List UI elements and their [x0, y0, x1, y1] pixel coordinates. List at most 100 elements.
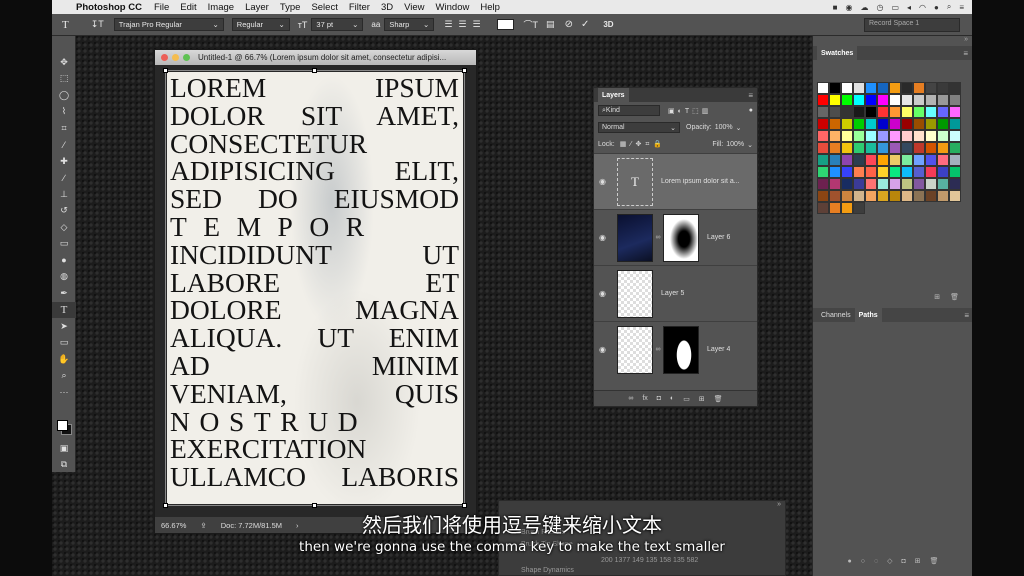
color-swatch[interactable]: [853, 106, 865, 118]
color-swatch[interactable]: [937, 82, 949, 94]
tab-channels[interactable]: Channels: [817, 308, 855, 322]
menu-filter[interactable]: Filter: [349, 2, 370, 13]
spotlight-icon[interactable]: ⌕: [947, 2, 951, 12]
color-swatch[interactable]: [841, 190, 853, 202]
anti-alias-select[interactable]: Sharp ⌄: [384, 18, 435, 31]
link-layers-icon[interactable]: ∞: [628, 395, 633, 402]
blur-tool-icon[interactable]: ●: [52, 252, 76, 269]
layer-row[interactable]: ◉ ∞ Layer 6: [594, 209, 757, 265]
color-swatch[interactable]: [817, 118, 829, 130]
stroke-path-icon[interactable]: ○: [861, 558, 865, 565]
menu-edit[interactable]: Edit: [180, 2, 196, 13]
color-swatch[interactable]: [937, 118, 949, 130]
color-swatch[interactable]: [829, 166, 841, 178]
color-swatch[interactable]: [841, 130, 853, 142]
filter-toggle-icon[interactable]: ●: [749, 107, 753, 114]
menu-file[interactable]: File: [154, 2, 169, 13]
font-size-select[interactable]: 37 pt ⌄: [311, 18, 364, 31]
document-title-bar[interactable]: Untitled-1 @ 66.7% (Lorem ipsum dolor si…: [155, 50, 476, 65]
tab-paths[interactable]: Paths: [854, 308, 882, 322]
color-swatch[interactable]: [937, 94, 949, 106]
hand-tool-icon[interactable]: ✋: [52, 351, 76, 368]
color-swatch[interactable]: [949, 130, 961, 142]
color-swatch[interactable]: [817, 82, 829, 94]
color-swatch[interactable]: [913, 82, 925, 94]
menu-layer[interactable]: Layer: [245, 2, 269, 13]
color-swatch[interactable]: [841, 178, 853, 190]
color-swatch[interactable]: [877, 82, 889, 94]
color-swatch[interactable]: [925, 118, 937, 130]
color-swatch[interactable]: [889, 94, 901, 106]
color-swatch[interactable]: [817, 94, 829, 106]
color-swatch[interactable]: [877, 118, 889, 130]
marquee-tool-icon[interactable]: ⬚: [52, 71, 76, 88]
color-swatch[interactable]: [901, 154, 913, 166]
cancel-icon[interactable]: ⊘: [565, 19, 573, 30]
quick-mask-icon[interactable]: ▣: [52, 440, 76, 457]
color-swatch[interactable]: [949, 190, 961, 202]
color-swatch[interactable]: [817, 178, 829, 190]
color-swatch[interactable]: [901, 190, 913, 202]
color-swatch[interactable]: [853, 142, 865, 154]
color-swatch[interactable]: [877, 94, 889, 106]
color-swatch[interactable]: [817, 106, 829, 118]
color-swatch[interactable]: [853, 130, 865, 142]
move-tool-icon[interactable]: ✥: [52, 54, 76, 71]
color-swatch[interactable]: [937, 130, 949, 142]
color-swatch[interactable]: [889, 178, 901, 190]
color-swatch[interactable]: [841, 166, 853, 178]
lock-icons[interactable]: ▦⁄✥⌗🔒: [620, 140, 666, 149]
color-swatch[interactable]: [937, 178, 949, 190]
text-orientation-icon[interactable]: ↧T: [91, 19, 104, 30]
tab-swatches[interactable]: Swatches: [817, 46, 858, 60]
add-mask-icon[interactable]: ◘: [902, 558, 906, 565]
color-swatch[interactable]: [901, 130, 913, 142]
color-swatch[interactable]: [901, 142, 913, 154]
layer-row[interactable]: ◉ ∞ Layer 4: [594, 321, 757, 377]
character-panel-icon[interactable]: ▤: [546, 19, 555, 30]
color-swatch[interactable]: [829, 130, 841, 142]
color-swatch[interactable]: [829, 118, 841, 130]
color-swatch[interactable]: [865, 154, 877, 166]
warp-text-icon[interactable]: ⌒T: [524, 18, 539, 31]
color-swatch[interactable]: [913, 190, 925, 202]
color-swatch[interactable]: [949, 106, 961, 118]
color-swatch[interactable]: [925, 106, 937, 118]
color-swatch[interactable]: [817, 154, 829, 166]
color-swatch[interactable]: [901, 118, 913, 130]
color-swatch[interactable]: [877, 106, 889, 118]
color-swatch[interactable]: [901, 178, 913, 190]
panel-menu-icon[interactable]: ≡: [964, 311, 969, 320]
color-swatch[interactable]: [949, 82, 961, 94]
color-swatch[interactable]: [865, 178, 877, 190]
camera-icon[interactable]: ■: [833, 3, 838, 12]
color-swatch[interactable]: [913, 166, 925, 178]
more-tools-icon[interactable]: ···: [52, 384, 76, 401]
color-swatch[interactable]: [829, 190, 841, 202]
minimize-icon[interactable]: [172, 54, 179, 61]
eraser-tool-icon[interactable]: ◇: [52, 219, 76, 236]
chevron-down-icon[interactable]: ⌄: [736, 124, 742, 132]
menu-view[interactable]: View: [404, 2, 424, 13]
canvas-text-block[interactable]: LOREM IPSUM DOLOR SIT AMET, CONSECTETUR …: [170, 74, 459, 491]
color-swatch[interactable]: [877, 190, 889, 202]
rectangle-tool-icon[interactable]: ▭: [52, 335, 76, 352]
color-swatch[interactable]: [901, 166, 913, 178]
color-swatch[interactable]: [829, 106, 841, 118]
color-swatch[interactable]: [925, 94, 937, 106]
color-swatch[interactable]: [889, 142, 901, 154]
color-swatch[interactable]: [913, 154, 925, 166]
color-swatch[interactable]: [865, 118, 877, 130]
color-swatch[interactable]: [829, 94, 841, 106]
color-swatch[interactable]: [853, 94, 865, 106]
color-swatch[interactable]: [901, 106, 913, 118]
color-swatch[interactable]: [865, 130, 877, 142]
list-icon[interactable]: ≡: [959, 3, 964, 12]
blend-mode-select[interactable]: Normal ⌄: [598, 122, 680, 133]
shape-dynamics-item[interactable]: Shape Dynamics: [499, 567, 574, 576]
layer-row[interactable]: ◉ Layer 5: [594, 265, 757, 321]
trash-icon[interactable]: 🗑: [930, 557, 939, 565]
eyedropper-tool-icon[interactable]: ⁄: [52, 137, 76, 154]
color-swatch[interactable]: [877, 130, 889, 142]
color-swatch[interactable]: [829, 202, 841, 214]
